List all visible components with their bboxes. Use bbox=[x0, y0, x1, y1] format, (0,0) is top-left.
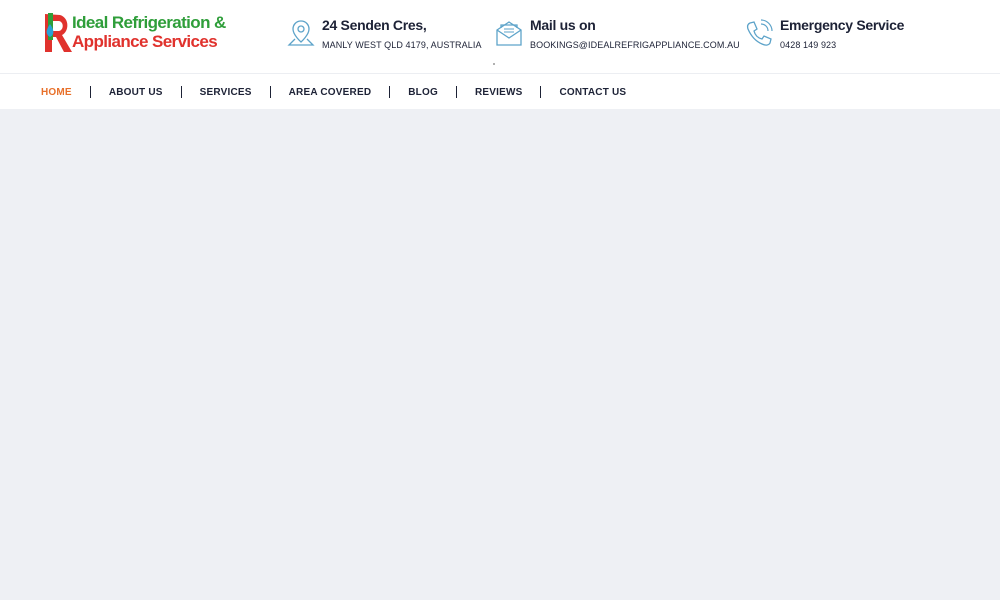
logo-text-line1: Ideal Refrigeration & bbox=[72, 13, 226, 32]
mail-address-link[interactable]: BOOKINGS@IDEALREFRIGAPPLIANCE.COM.AU bbox=[530, 40, 740, 50]
phone-block: Emergency Service 0428 149 923 bbox=[744, 16, 944, 56]
address-detail: MANLY WEST QLD 4179, AUSTRALIA bbox=[322, 40, 482, 50]
top-header: Ideal Refrigeration & Appliance Services… bbox=[0, 0, 1000, 73]
nav-item-area-covered[interactable]: AREA COVERED bbox=[289, 87, 372, 98]
phone-icon bbox=[746, 19, 773, 46]
address-title: 24 Senden Cres, bbox=[322, 17, 427, 33]
nav-item-blog[interactable]: BLOG bbox=[408, 87, 438, 98]
nav-item-home[interactable]: HOME bbox=[41, 87, 72, 98]
address-block: 24 Senden Cres, MANLY WEST QLD 4179, AUS… bbox=[286, 16, 481, 56]
page-content-area bbox=[0, 109, 1000, 600]
nav-item-about-us[interactable]: ABOUT US bbox=[109, 87, 163, 98]
phone-number-link[interactable]: 0428 149 923 bbox=[780, 40, 836, 50]
nav-item-reviews[interactable]: REVIEWS bbox=[475, 87, 523, 98]
mail-title: Mail us on bbox=[530, 17, 596, 33]
envelope-icon bbox=[496, 21, 522, 46]
nav-item-contact-us[interactable]: CONTACT US bbox=[559, 87, 626, 98]
nav-separator bbox=[269, 86, 271, 98]
nav-menu: HOME ABOUT US SERVICES AREA COVERED BLOG… bbox=[41, 74, 626, 110]
nav-separator bbox=[389, 86, 391, 98]
location-pin-icon bbox=[287, 20, 315, 46]
site-logo[interactable]: Ideal Refrigeration & Appliance Services bbox=[42, 10, 226, 56]
nav-separator bbox=[540, 86, 542, 98]
mail-block: Mail us on BOOKINGS@IDEALREFRIGAPPLIANCE… bbox=[494, 16, 740, 56]
nav-separator bbox=[455, 86, 457, 98]
nav-item-services[interactable]: SERVICES bbox=[200, 87, 252, 98]
logo-mark-icon bbox=[45, 13, 72, 52]
main-navigation: HOME ABOUT US SERVICES AREA COVERED BLOG… bbox=[0, 73, 1000, 109]
phone-title: Emergency Service bbox=[780, 17, 905, 33]
logo-text-line2: Appliance Services bbox=[72, 32, 218, 51]
nav-separator bbox=[180, 86, 182, 98]
divider-dot bbox=[493, 63, 495, 65]
nav-separator bbox=[89, 86, 91, 98]
